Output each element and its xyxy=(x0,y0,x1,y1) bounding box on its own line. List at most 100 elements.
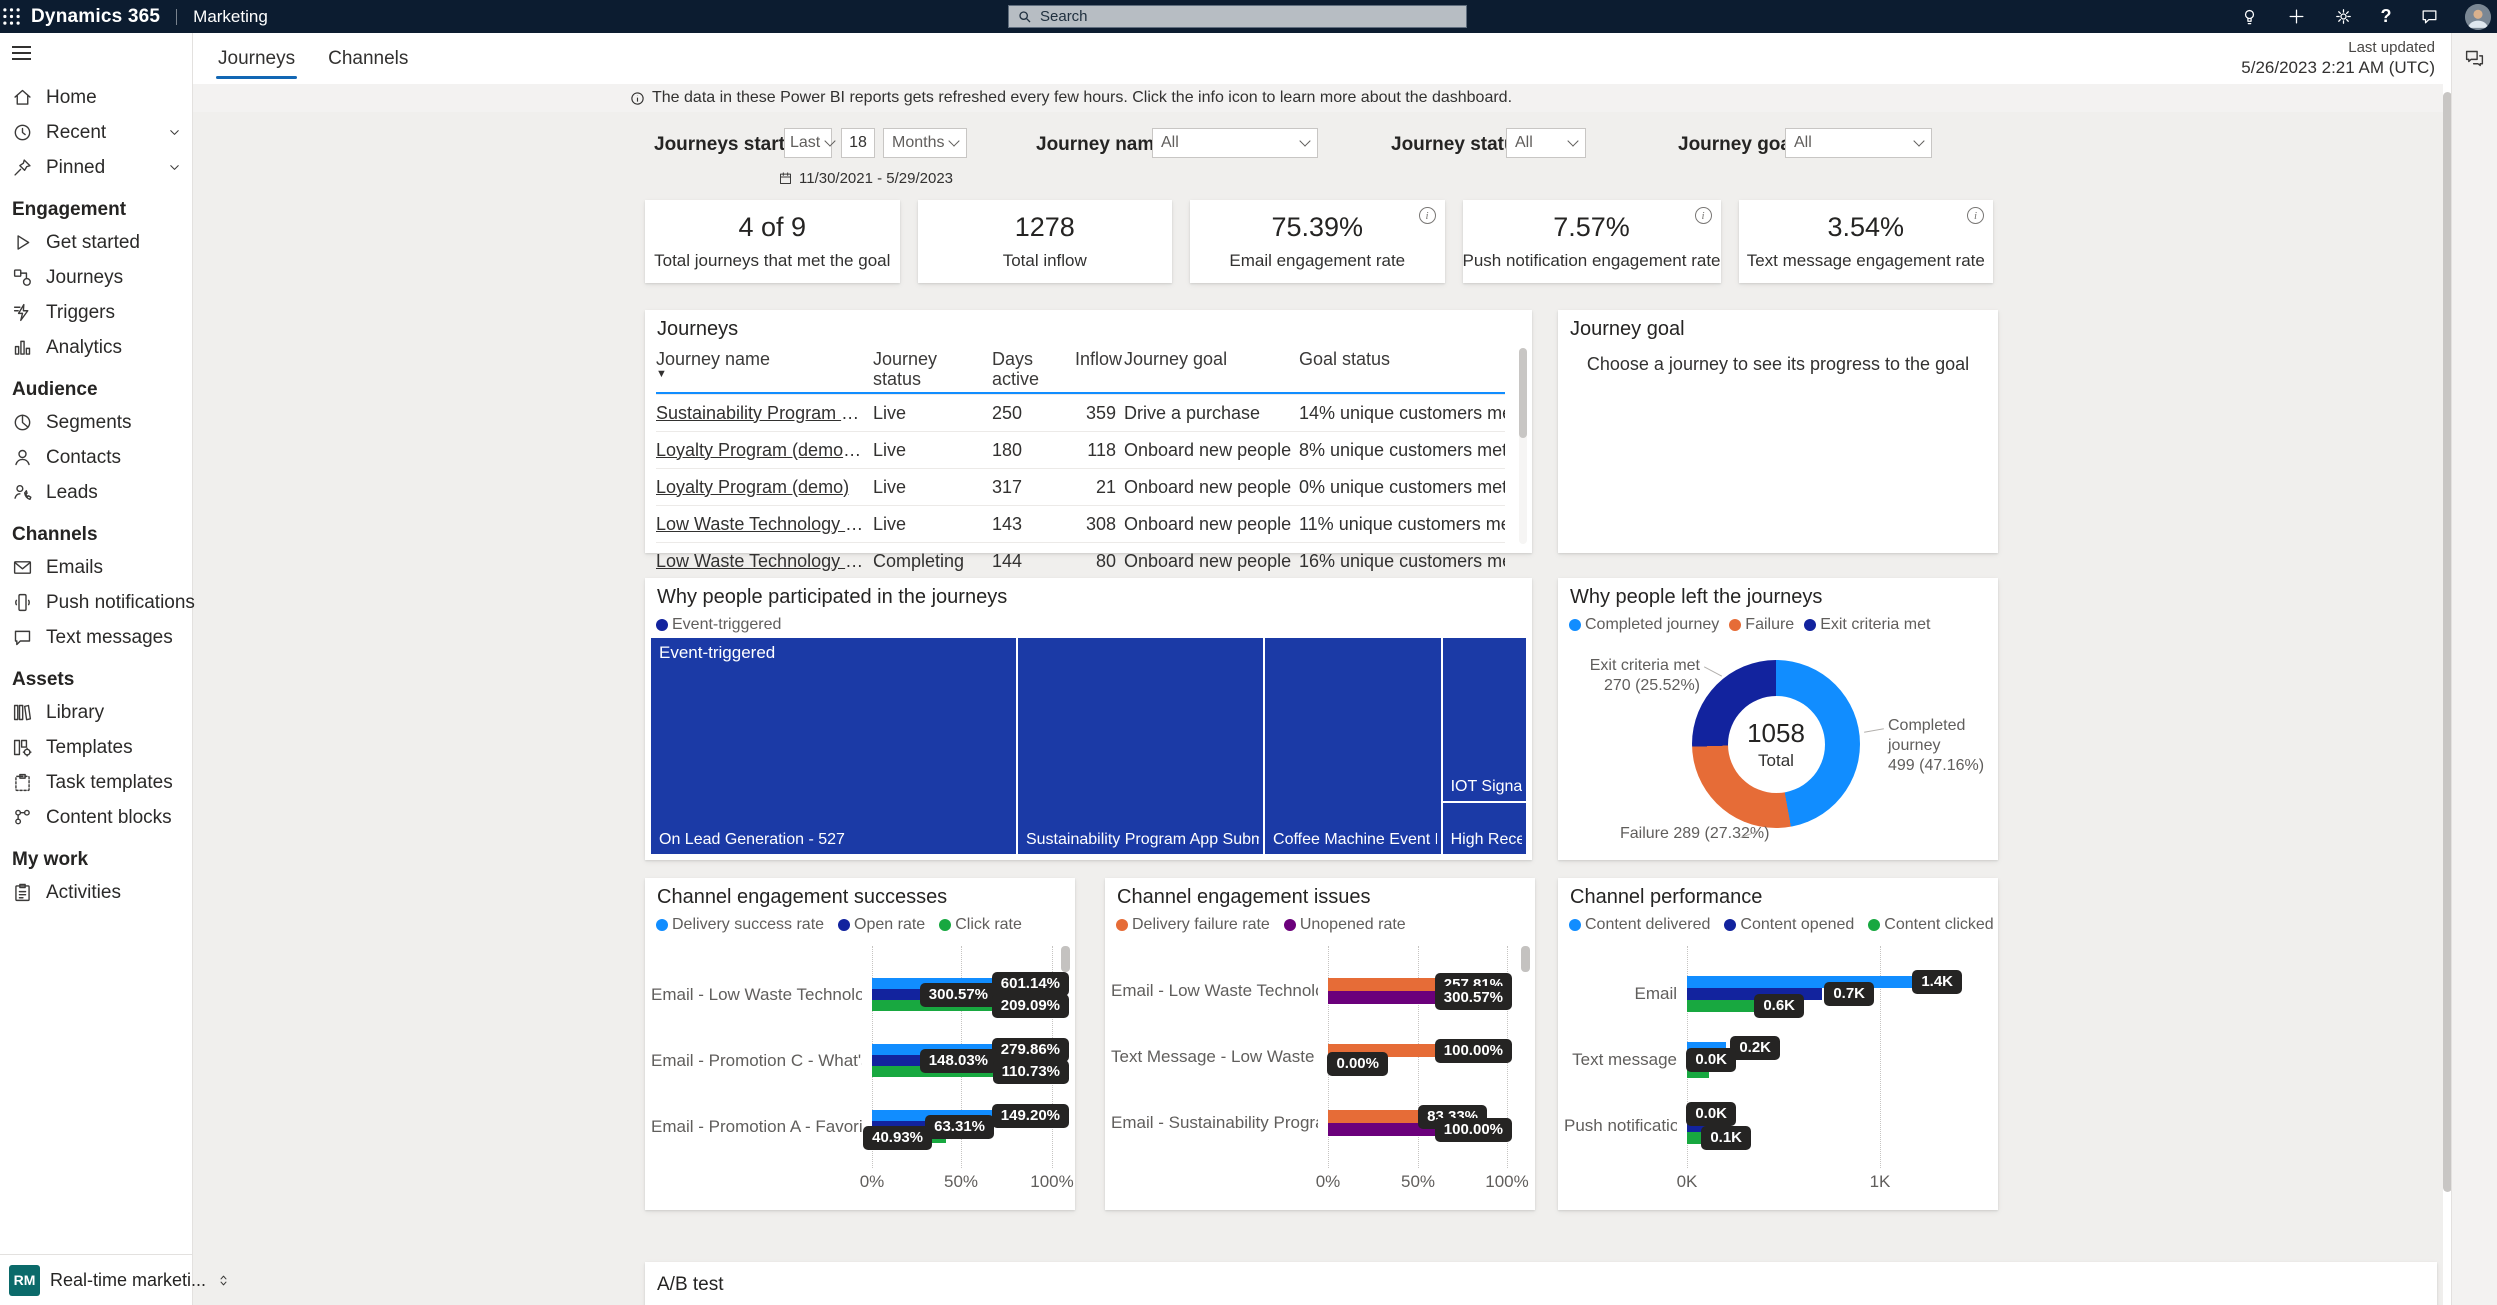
sidebar-item-leads[interactable]: Leads xyxy=(0,475,192,510)
data-label: 601.14% xyxy=(992,972,1069,996)
journey-name-link[interactable]: Loyalty Program (demo) xyxy=(656,468,873,505)
legend-item[interactable]: Content opened xyxy=(1724,916,1854,934)
sidebar-item-triggers[interactable]: Triggers xyxy=(0,295,192,330)
app-name[interactable]: Marketing xyxy=(193,7,268,27)
date-range: 11/30/2021 - 5/29/2023 xyxy=(778,170,953,187)
journey-name-link[interactable]: Sustainability Program (cxt)(Li... xyxy=(656,394,873,431)
legend-item[interactable]: Unopened rate xyxy=(1284,916,1406,934)
sidebar-item-contacts[interactable]: Contacts xyxy=(0,440,192,475)
trigger-icon xyxy=(12,302,33,323)
sidebar-item-get-started[interactable]: Get started xyxy=(0,225,192,260)
treemap-cell[interactable]: Sustainability Program App Submitted - 3… xyxy=(1018,638,1263,854)
legend-item[interactable]: Failure xyxy=(1729,616,1794,634)
help-icon[interactable]: ? xyxy=(2379,6,2393,28)
sidebar-item-activities[interactable]: Activities xyxy=(0,875,192,910)
table-cell: 80 xyxy=(1075,542,1124,579)
column-header[interactable]: Goal status xyxy=(1299,344,1505,392)
legend-item[interactable]: Event-triggered xyxy=(656,616,781,634)
treemap-cell[interactable]: Coffee Machine Event Registr... xyxy=(1265,638,1441,854)
journey-goal-select[interactable]: All xyxy=(1785,128,1932,158)
legend-item[interactable]: Exit criteria met xyxy=(1804,616,1930,634)
sidebar-item-emails[interactable]: Emails xyxy=(0,550,192,585)
settings-gear-icon[interactable] xyxy=(2332,6,2354,28)
user-avatar[interactable] xyxy=(2465,4,2491,30)
search-input[interactable]: Search xyxy=(1008,5,1467,28)
table-row[interactable]: Low Waste Technology (ect)Live143308Onbo… xyxy=(656,505,1505,542)
journey-name-link[interactable]: Low Waste Technology (ect) xyxy=(656,542,873,579)
legend-dot xyxy=(1116,919,1128,931)
journey-name-select[interactable]: All xyxy=(1152,128,1318,158)
treemap-cell[interactable]: IOT Signal Re... xyxy=(1443,638,1526,801)
sidebar-item-text-messages[interactable]: Text messages xyxy=(0,620,192,655)
journey-name-link[interactable]: Low Waste Technology (ect) xyxy=(656,505,873,542)
treemap-cell[interactable]: High Recency... xyxy=(1443,803,1526,854)
sms-icon xyxy=(12,627,33,648)
sidebar-item-journeys[interactable]: Journeys xyxy=(0,260,192,295)
sidebar-item-library[interactable]: Library xyxy=(0,695,192,730)
table-header-row: Journey name▼Journey statusDays activeIn… xyxy=(656,344,1505,394)
legend-item[interactable]: Open rate xyxy=(838,916,925,934)
axis-tick-label: 100% xyxy=(1485,1172,1528,1192)
environment-switcher[interactable]: RM Real-time marketi... xyxy=(0,1254,192,1305)
sidebar-item-templates[interactable]: Templates xyxy=(0,730,192,765)
axis-tick-label: 1K xyxy=(1870,1172,1891,1192)
info-icon[interactable] xyxy=(630,91,645,106)
sidebar-item-task-templates[interactable]: Task templates xyxy=(0,765,192,800)
powerbi-dashboard: Journeys starting Last 18 Months 11/30/2… xyxy=(193,112,2443,1305)
info-icon[interactable]: i xyxy=(1695,207,1712,224)
divider xyxy=(176,9,177,25)
table-row[interactable]: Loyalty Program (demo)Live31721Onboard n… xyxy=(656,468,1505,505)
journey-name-link[interactable]: Loyalty Program (demo-live) xyxy=(656,431,873,468)
column-header[interactable]: Journey status xyxy=(873,344,992,392)
journeys-starting-value-input[interactable]: 18 xyxy=(841,128,875,158)
legend-item[interactable]: Content delivered xyxy=(1569,916,1710,934)
info-icon[interactable]: i xyxy=(1419,207,1436,224)
table-scrollbar[interactable] xyxy=(1519,348,1527,544)
treemap-column: Event-triggeredOn Lead Generation - 527 xyxy=(651,638,1016,854)
legend-item[interactable]: Delivery success rate xyxy=(656,916,824,934)
legend-item[interactable]: Delivery failure rate xyxy=(1116,916,1270,934)
journey-name-value: All xyxy=(1161,134,1179,152)
journey-status-select[interactable]: All xyxy=(1506,128,1586,158)
donut-chart[interactable]: 1058 Total xyxy=(1692,660,1860,828)
table-cell: 21 xyxy=(1075,468,1124,505)
legend-dot xyxy=(656,919,668,931)
treemap-legend: Event-triggered xyxy=(656,616,781,634)
chat-icon[interactable] xyxy=(2418,6,2440,28)
lightbulb-icon[interactable] xyxy=(2238,6,2260,28)
sidebar-item-pinned[interactable]: Pinned xyxy=(0,150,192,185)
table-row[interactable]: Sustainability Program (cxt)(Li...Live25… xyxy=(656,394,1505,431)
column-header[interactable]: Inflow xyxy=(1075,344,1124,392)
successes-title: Channel engagement successes xyxy=(657,886,947,909)
menu-toggle-icon[interactable] xyxy=(12,46,31,60)
app-launcher-icon[interactable] xyxy=(0,6,22,28)
sidebar-item-analytics[interactable]: Analytics xyxy=(0,330,192,365)
chart-scrollbar[interactable] xyxy=(1521,946,1530,1168)
table-row[interactable]: Loyalty Program (demo-live)Live180118Onb… xyxy=(656,431,1505,468)
info-icon[interactable]: i xyxy=(1967,207,1984,224)
sidebar-item-segments[interactable]: Segments xyxy=(0,405,192,440)
legend-label: Click rate xyxy=(955,916,1022,934)
legend-item[interactable]: Completed journey xyxy=(1569,616,1719,634)
sidebar-item-push-notifications[interactable]: Push notifications xyxy=(0,585,192,620)
sidebar-item-content-blocks[interactable]: Content blocks xyxy=(0,800,192,835)
tab-journeys[interactable]: Journeys xyxy=(218,33,295,84)
tab-channels[interactable]: Channels xyxy=(328,33,408,84)
sidebar-item-home[interactable]: Home xyxy=(0,80,192,115)
column-header[interactable]: Days active xyxy=(992,344,1075,392)
feedback-chat-icon[interactable] xyxy=(2464,47,2486,69)
ab-test-panel: A/B test xyxy=(645,1262,2437,1305)
journeys-starting-range-type-select[interactable]: Last xyxy=(784,128,832,158)
sidebar-item-recent[interactable]: Recent xyxy=(0,115,192,150)
column-header[interactable]: Journey name▼ xyxy=(656,344,873,392)
journeys-starting-unit-select[interactable]: Months xyxy=(883,128,967,158)
treemap-cell[interactable]: Event-triggeredOn Lead Generation - 527 xyxy=(651,638,1016,854)
add-icon[interactable] xyxy=(2285,6,2307,28)
table-row[interactable]: Low Waste Technology (ect)Completing1448… xyxy=(656,542,1505,579)
category-label: Push notification xyxy=(1564,1115,1677,1137)
blocks-icon xyxy=(12,807,33,828)
data-label: 110.73% xyxy=(993,1060,1069,1084)
legend-item[interactable]: Click rate xyxy=(939,916,1022,934)
legend-item[interactable]: Content clicked xyxy=(1868,916,1993,934)
column-header[interactable]: Journey goal xyxy=(1124,344,1299,392)
